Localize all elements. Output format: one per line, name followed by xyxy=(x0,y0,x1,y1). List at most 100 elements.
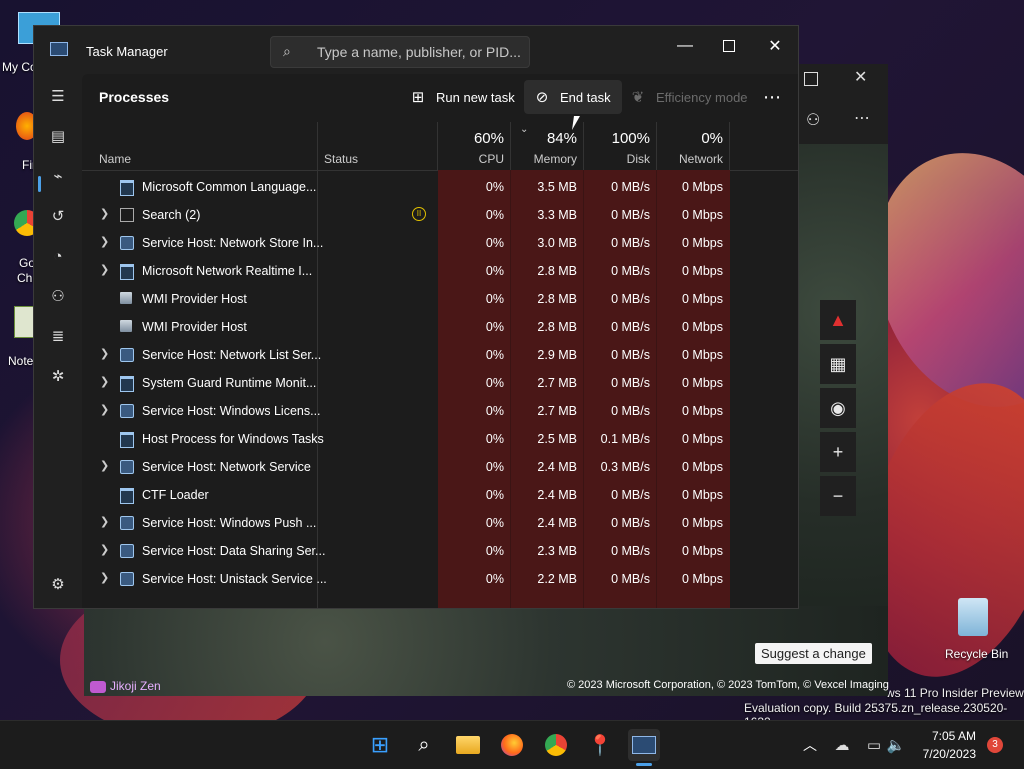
expand-chevron-icon[interactable]: ❯ xyxy=(100,515,112,528)
desktop-icon-label[interactable]: Go xyxy=(19,256,35,270)
efficiency-mode-button[interactable]: ❦ Efficiency mode xyxy=(620,80,756,114)
details-icon[interactable]: ≣ xyxy=(42,320,74,352)
process-name: Search (2) xyxy=(142,208,201,222)
hamburger-menu-icon[interactable]: ☰ xyxy=(42,80,74,112)
services-icon[interactable]: ✲ xyxy=(42,360,74,392)
maps-icon[interactable]: 📍 xyxy=(584,729,616,761)
desktop-icon-label[interactable]: Note xyxy=(8,354,33,368)
more-options-button[interactable]: ⋯ xyxy=(758,80,786,114)
compass-icon[interactable]: ▲ xyxy=(820,300,856,340)
more-icon[interactable]: ⋯ xyxy=(854,108,871,128)
map-place-label: Jikoji Zen xyxy=(90,679,161,693)
search-input[interactable] xyxy=(315,41,525,63)
file-explorer-icon[interactable] xyxy=(452,729,484,761)
process-row[interactable]: ❯ Service Host: Windows Push ... 0% 2.4 MB 0… xyxy=(82,509,798,537)
close-icon[interactable]: ✕ xyxy=(854,67,867,87)
column-divider xyxy=(729,122,730,170)
process-row[interactable]: ❯ Service Host: Network Service 0% 2.4 MB 0.… xyxy=(82,453,798,481)
expand-chevron-icon[interactable]: ❯ xyxy=(100,207,112,220)
map-style-icon[interactable]: ▦ xyxy=(820,344,856,384)
expand-chevron-icon[interactable]: ❯ xyxy=(100,235,112,248)
title-bar[interactable]: Task Manager ⌕ — ✕ xyxy=(34,26,798,74)
process-row[interactable]: ❯ Service Host: Network Store In... 0% 3.0 … xyxy=(82,229,798,257)
column-memory[interactable]: Memory xyxy=(511,152,577,166)
search-icon[interactable]: ⌕ xyxy=(408,729,440,761)
expand-chevron-icon[interactable]: ❯ xyxy=(100,263,112,276)
service-gear-icon xyxy=(120,460,134,474)
app-history-icon[interactable]: ↺ xyxy=(42,200,74,232)
process-row[interactable]: CTF Loader 0% 2.4 MB 0 MB/s 0 Mbps xyxy=(82,481,798,509)
expand-chevron-icon[interactable]: ❯ xyxy=(100,459,112,472)
clock-date[interactable]: 7/20/2023 xyxy=(916,747,976,761)
network-cell: 0 Mbps xyxy=(682,264,723,278)
recycle-bin-label[interactable]: Recycle Bin xyxy=(945,647,1008,661)
clock-time[interactable]: 7:05 AM xyxy=(930,729,976,743)
column-disk[interactable]: Disk xyxy=(584,152,650,166)
cpu-cell: 0% xyxy=(485,516,504,530)
column-memory-percent[interactable]: 84% xyxy=(511,130,577,147)
process-row[interactable]: WMI Provider Host 0% 2.8 MB 0 MB/s 0 Mbps xyxy=(82,285,798,313)
recycle-bin-icon[interactable] xyxy=(958,598,988,636)
process-name: Service Host: Network List Ser... xyxy=(142,348,322,362)
desktop-icon-label[interactable]: My Co xyxy=(2,60,37,74)
expand-chevron-icon[interactable]: ❯ xyxy=(100,347,112,360)
task-manager-taskbar-icon[interactable] xyxy=(628,729,660,761)
process-name: Service Host: Data Sharing Ser... xyxy=(142,544,326,558)
start-button-windows-icon[interactable]: ⊞ xyxy=(364,729,396,761)
column-disk-percent[interactable]: 100% xyxy=(584,130,650,147)
show-hidden-icons-chevron-icon[interactable]: ︿ xyxy=(794,729,826,761)
expand-chevron-icon[interactable]: ❯ xyxy=(100,571,112,584)
notification-badge[interactable]: 3 xyxy=(987,737,1003,753)
memory-cell: 3.3 MB xyxy=(537,208,577,222)
network-cell: 0 Mbps xyxy=(682,236,723,250)
locate-icon[interactable]: ◉ xyxy=(820,388,856,428)
process-row[interactable]: Microsoft Common Language... 0% 3.5 MB 0 MB… xyxy=(82,173,798,201)
process-row[interactable]: WMI Provider Host 0% 2.8 MB 0 MB/s 0 Mbps xyxy=(82,313,798,341)
processes-page: Processes ⊞ Run new task ⊘ End task ❦ Effic… xyxy=(82,74,798,608)
process-row[interactable]: ❯ Microsoft Network Realtime I... 0% 2.8 MB… xyxy=(82,257,798,285)
column-network[interactable]: Network xyxy=(657,152,723,166)
run-new-task-button[interactable]: ⊞ Run new task xyxy=(400,80,523,114)
settings-gear-icon[interactable]: ⚙ xyxy=(42,568,74,600)
memory-cell: 2.4 MB xyxy=(537,460,577,474)
startup-apps-icon[interactable]: ◔ xyxy=(42,240,74,272)
firefox-icon[interactable] xyxy=(496,729,528,761)
disk-cell: 0 MB/s xyxy=(611,348,650,362)
cpu-cell: 0% xyxy=(485,544,504,558)
process-row[interactable]: ❯ Service Host: Unistack Service ... 0% 2.2… xyxy=(82,565,798,593)
account-icon[interactable]: ⚇ xyxy=(806,110,820,130)
end-task-button[interactable]: ⊘ End task xyxy=(524,80,622,114)
processes-icon[interactable]: ▤ xyxy=(42,120,74,152)
disk-cell: 0 MB/s xyxy=(611,516,650,530)
volume-icon[interactable]: 🔈 xyxy=(880,729,912,761)
performance-icon[interactable]: ⌁ xyxy=(42,160,74,192)
process-row[interactable]: ❯ System Guard Runtime Monit... 0% 2.7 MB 0 … xyxy=(82,369,798,397)
search-box[interactable]: ⌕ xyxy=(270,36,530,68)
zoom-in-icon[interactable]: + xyxy=(820,432,856,472)
column-cpu[interactable]: CPU xyxy=(438,152,504,166)
cpu-cell: 0% xyxy=(485,180,504,194)
close-button[interactable]: ✕ xyxy=(752,30,798,62)
process-row[interactable]: ❯ Search (2) II 0% 3.3 MB 0 MB/s 0 Mbps xyxy=(82,201,798,229)
maximize-button[interactable] xyxy=(706,30,752,62)
maximize-icon[interactable] xyxy=(804,72,818,86)
column-status[interactable]: Status xyxy=(324,152,358,166)
zoom-out-icon[interactable]: − xyxy=(820,476,856,516)
process-row[interactable]: ❯ Service Host: Data Sharing Ser... 0% 2.3 … xyxy=(82,537,798,565)
onedrive-icon[interactable]: ☁ xyxy=(826,729,858,761)
users-icon[interactable]: ⚇ xyxy=(42,280,74,312)
expand-chevron-icon[interactable]: ❯ xyxy=(100,375,112,388)
network-cell: 0 Mbps xyxy=(682,572,723,586)
window-app-icon xyxy=(120,488,134,504)
minimize-button[interactable]: — xyxy=(662,30,708,62)
suggest-change-button[interactable]: Suggest a change xyxy=(755,643,872,664)
process-row[interactable]: Host Process for Windows Tasks 0% 2.5 MB 0.… xyxy=(82,425,798,453)
expand-chevron-icon[interactable]: ❯ xyxy=(100,543,112,556)
column-name[interactable]: Name xyxy=(99,152,131,166)
process-row[interactable]: ❯ Service Host: Windows Licens... 0% 2.7 MB… xyxy=(82,397,798,425)
column-cpu-percent[interactable]: 60% xyxy=(438,130,504,147)
chrome-icon[interactable] xyxy=(540,729,572,761)
process-row[interactable]: ❯ Service Host: Network List Ser... 0% 2.9 … xyxy=(82,341,798,369)
expand-chevron-icon[interactable]: ❯ xyxy=(100,403,112,416)
column-network-percent[interactable]: 0% xyxy=(657,130,723,147)
